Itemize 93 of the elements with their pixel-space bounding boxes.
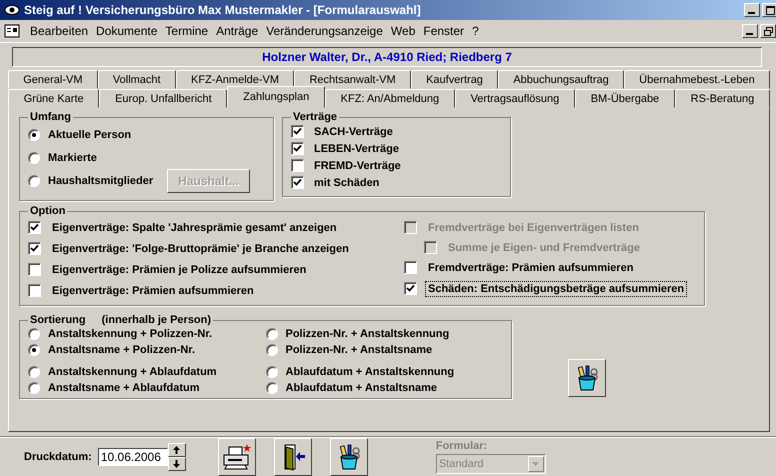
tab[interactable]: KFZ: An/Abmeldung xyxy=(324,89,455,108)
radio-label: Haushaltsmitglieder xyxy=(48,174,154,186)
radio-label: Polizzen-Nr. + Anstaltskennung xyxy=(286,328,450,340)
document-icon xyxy=(4,24,20,38)
radio-button[interactable] xyxy=(28,382,40,394)
radio-button[interactable] xyxy=(28,328,40,340)
down-arrow-icon xyxy=(173,460,180,468)
tools-button[interactable] xyxy=(568,359,606,397)
checkbox-label: SACH-Verträge xyxy=(314,126,393,138)
group-subtitle: (innerhalb je Person) xyxy=(102,314,212,326)
menu-item[interactable]: Fenster xyxy=(419,24,468,38)
tab[interactable]: BM-Übergabe xyxy=(574,89,675,108)
menu-item[interactable]: Veränderungsanzeige xyxy=(262,24,387,38)
tab[interactable]: Vertragsauflösung xyxy=(454,89,575,108)
radio-button[interactable] xyxy=(28,366,40,378)
restore-button[interactable] xyxy=(760,24,776,38)
spin-up-button[interactable] xyxy=(168,442,186,456)
radio-label: Markierte xyxy=(48,152,97,164)
radio-label: Polizzen-Nr. + Anstaltsname xyxy=(286,344,432,356)
tools-button[interactable] xyxy=(330,438,368,476)
checkbox-label: Fremdverträge: Prämien aufsummieren xyxy=(427,260,634,276)
print-button[interactable] xyxy=(218,438,256,476)
radio-button[interactable] xyxy=(266,328,278,340)
radio-button[interactable] xyxy=(266,366,278,378)
checkbox[interactable] xyxy=(291,159,304,172)
minimize-button[interactable] xyxy=(742,24,758,38)
checkbox-label: Summe je Eigen- und Fremdverträge xyxy=(447,240,641,256)
checkbox[interactable] xyxy=(291,176,304,189)
tab[interactable]: Übernahmebest.-Leben xyxy=(624,70,770,89)
checkbox[interactable] xyxy=(28,263,41,276)
tab[interactable]: RS-Beratung xyxy=(674,89,770,108)
checkbox[interactable] xyxy=(28,221,41,234)
checkbox[interactable] xyxy=(291,125,304,138)
radio-button[interactable] xyxy=(28,152,40,164)
checkbox[interactable] xyxy=(28,284,41,297)
checkbox-label: Schäden: Entschädigungsbeträge aufsummieren xyxy=(425,280,688,296)
checkbox-label: mit Schäden xyxy=(314,176,380,188)
formular-label: Formular: xyxy=(436,440,488,452)
checkbox[interactable] xyxy=(28,242,41,255)
date-field[interactable]: 10.06.2006 xyxy=(98,448,168,466)
group-title: Umfang xyxy=(29,111,72,123)
radio-label: Aktuelle Person xyxy=(48,128,132,140)
window-title: Steig auf ! Versicherungsbüro Max Mustermakler - [Formularauswahl] xyxy=(24,3,422,17)
up-arrow-icon xyxy=(173,446,180,454)
tab[interactable]: Rechtsanwalt-VM xyxy=(294,70,411,89)
group-title: Verträge xyxy=(292,111,338,123)
radio-label: Anstaltsname + Polizzen-Nr. xyxy=(48,344,196,356)
radio-label: Anstaltskennung + Ablaufdatum xyxy=(48,366,217,378)
checkbox-label: Eigenverträge: Spalte 'Jahresprämie gesamt' anzeigen xyxy=(51,220,338,236)
group-title: Sortierung xyxy=(30,314,86,326)
tab[interactable]: Grüne Karte xyxy=(8,89,100,108)
tab[interactable]: Abbuchungsauftrag xyxy=(498,70,624,89)
tab[interactable]: Europ. Unfallbericht xyxy=(99,89,228,108)
radio-button[interactable] xyxy=(28,128,40,140)
checkbox-label: Fremdverträge bei Eigenverträgen listen xyxy=(427,220,640,236)
tab[interactable]: Vollmacht xyxy=(98,70,176,89)
tab[interactable]: KFZ-Anmelde-VM xyxy=(176,70,294,89)
exit-button[interactable] xyxy=(274,438,312,476)
radio-label: Anstaltsname + Ablaufdatum xyxy=(48,382,200,394)
checkbox-label: Eigenverträge: 'Folge-Bruttoprämie' je Branche anzeigen xyxy=(51,242,350,256)
tab[interactable]: Kaufvertrag xyxy=(410,70,498,89)
maximize-icon xyxy=(766,6,774,14)
checkbox-label: FREMD-Verträge xyxy=(314,160,401,172)
radio-button[interactable] xyxy=(28,174,40,186)
eye-icon xyxy=(4,4,20,16)
radio-button[interactable] xyxy=(28,344,40,356)
radio-label: Ablaufdatum + Anstaltskennung xyxy=(286,366,454,378)
radio-button[interactable] xyxy=(266,382,278,394)
checkbox-label: LEBEN-Verträge xyxy=(314,142,399,154)
minimize-button[interactable] xyxy=(744,3,760,17)
group-title: Option xyxy=(29,205,66,217)
radio-button[interactable] xyxy=(266,344,278,356)
checkbox-label: Eigenverträge: Prämien aufsummieren xyxy=(51,284,255,298)
restore-icon xyxy=(764,26,772,36)
menu-item[interactable]: Web xyxy=(386,24,420,38)
checkbox-label: Eigenverträge: Prämien je Polizze aufsummieren xyxy=(51,262,308,278)
printer-icon xyxy=(222,442,252,470)
menu-item[interactable]: Anträge xyxy=(212,24,262,38)
checkbox[interactable] xyxy=(404,282,417,295)
menu-item[interactable]: Termine xyxy=(161,24,212,38)
radio-label: Anstaltskennung + Polizzen-Nr. xyxy=(48,328,212,340)
tab[interactable]: General-VM xyxy=(8,70,98,89)
menu-item[interactable]: Dokumente xyxy=(92,24,162,38)
tab[interactable]: Zahlungsplan xyxy=(227,86,325,108)
radio-label: Ablaufdatum + Anstaltsname xyxy=(286,382,437,394)
checkbox[interactable] xyxy=(291,142,304,155)
date-label: Druckdatum: xyxy=(24,450,92,462)
maximize-button[interactable] xyxy=(762,3,776,17)
person-banner: Holzner Walter, Dr., A-4910 Ried; Riedberg 7 xyxy=(12,47,762,67)
dropdown-arrow-icon xyxy=(532,462,540,466)
menu-item[interactable]: ? xyxy=(468,24,483,38)
menu-item[interactable]: Bearbeiten xyxy=(26,24,92,38)
checkbox[interactable] xyxy=(404,261,417,274)
